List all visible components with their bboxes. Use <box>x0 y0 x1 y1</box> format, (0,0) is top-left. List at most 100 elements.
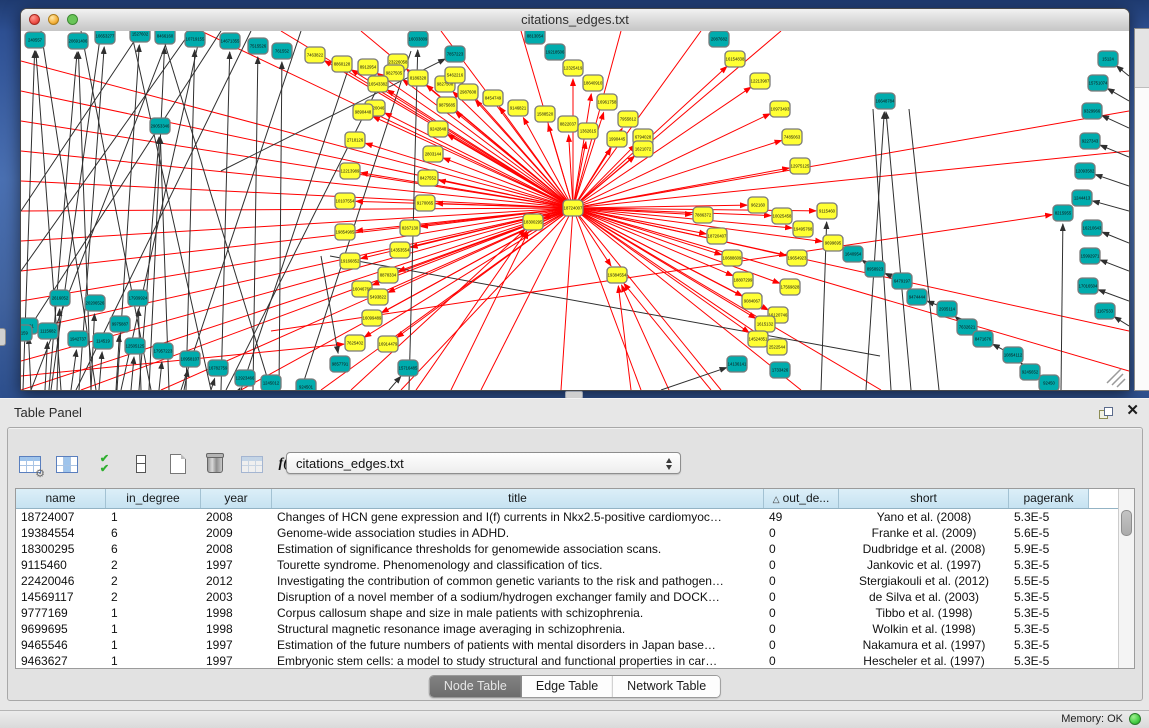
delete-column-button[interactable] <box>203 452 227 476</box>
table-row[interactable]: 977716911998Corpus callosum shape and si… <box>16 605 1134 621</box>
table-row[interactable]: 1938455462009Genome-wide association stu… <box>16 525 1134 541</box>
graph-node[interactable]: 7625402 <box>345 335 365 351</box>
graph-node[interactable]: 1588520 <box>535 106 555 122</box>
tab-edge-table[interactable]: Edge Table <box>522 676 613 697</box>
graph-node[interactable]: 15716485 <box>398 360 418 376</box>
graph-node[interactable]: 924501 <box>296 379 316 390</box>
graph-node[interactable]: 1615132 <box>755 316 775 332</box>
graph-node[interactable]: 16648784 <box>875 93 895 109</box>
graph-node[interactable]: 9890448 <box>353 104 373 120</box>
column-header-year[interactable]: year <box>201 489 272 508</box>
select-all-button[interactable]: ✔✔ <box>92 452 116 476</box>
graph-node[interactable]: 6479197 <box>892 273 912 289</box>
graph-node[interactable]: 19384554 <box>607 267 627 283</box>
graph-node[interactable]: 12325419 <box>563 60 583 76</box>
graph-node[interactable]: 8466160 <box>155 31 175 44</box>
graph-node[interactable]: 19854985 <box>335 224 355 240</box>
graph-node[interactable]: 9146821 <box>508 100 528 116</box>
graph-node[interactable]: 8427552 <box>418 170 438 186</box>
graph-node[interactable]: 8958923 <box>865 261 885 277</box>
graph-node[interactable]: 9115460 <box>817 203 837 219</box>
graph-node[interactable]: 9227343 <box>1080 133 1100 149</box>
graph-node[interactable]: 10854112 <box>1003 347 1023 363</box>
graph-node[interactable]: 8454749 <box>483 90 503 106</box>
network-window-titlebar[interactable]: citations_edges.txt <box>21 9 1129 32</box>
table-mode-button[interactable]: ⚙ <box>18 452 42 476</box>
graph-node[interactable]: 8813054 <box>525 31 545 44</box>
graph-node[interactable]: 19654923 <box>787 250 807 266</box>
graph-node[interactable]: 8267130 <box>400 220 420 236</box>
graph-node[interactable]: 8822037 <box>558 116 578 132</box>
graph-node[interactable]: 9975887 <box>110 316 130 332</box>
graph-node[interactable]: 39159 <box>21 325 32 341</box>
table-row[interactable]: 969969511998Structural magnetic resonanc… <box>16 621 1134 637</box>
graph-node[interactable]: 9242848 <box>428 121 448 137</box>
graph-node[interactable]: 18640910 <box>583 75 603 91</box>
graph-node[interactable]: 12505125 <box>125 338 145 354</box>
table-row[interactable]: 911546021997Tourette syndrome. Phenomeno… <box>16 557 1134 573</box>
graph-node[interactable]: 19166852 <box>340 253 360 269</box>
tab-network-table[interactable]: Network Table <box>613 676 720 697</box>
graph-node[interactable]: 18807299 <box>733 272 753 288</box>
graph-node[interactable]: 240557 <box>25 32 45 48</box>
graph-node[interactable]: 12213987 <box>750 73 770 89</box>
graph-node[interactable]: 17957223 <box>153 343 173 359</box>
graph-node[interactable]: 1990445 <box>607 131 627 147</box>
table-row[interactable]: 946362711997Embryonic stem cells: a mode… <box>16 653 1134 669</box>
graph-node[interactable]: 16914479 <box>378 336 398 352</box>
graph-node[interactable]: 1244413 <box>1072 190 1092 206</box>
graph-node[interactable]: 15992971 <box>1080 248 1100 264</box>
column-header-out_de[interactable]: △out_de... <box>764 489 839 508</box>
graph-node[interactable]: 2987608 <box>458 84 478 100</box>
table-row[interactable]: 1830029562008Estimation of significance … <box>16 541 1134 557</box>
graph-node[interactable]: 9245652 <box>1020 364 1040 380</box>
column-header-title[interactable]: title <box>272 489 764 508</box>
graph-node[interactable]: 12975125 <box>790 158 810 174</box>
table-scrollbar[interactable] <box>1118 489 1134 668</box>
graph-node[interactable]: 2803144 <box>423 146 443 162</box>
graph-node[interactable]: 18720407 <box>707 228 727 244</box>
graph-node[interactable]: 14524851 <box>748 331 768 347</box>
graph-node[interactable]: 2718126 <box>345 132 365 148</box>
graph-node[interactable]: 17939924 <box>128 290 148 306</box>
graph-node[interactable]: 2935114 <box>937 301 957 317</box>
graph-node[interactable]: 5493822 <box>368 289 388 305</box>
graph-node[interactable]: 9170065 <box>415 195 435 211</box>
graph-node[interactable]: 19495768 <box>793 221 813 237</box>
graph-node[interactable]: 1621072 <box>633 141 653 157</box>
graph-node[interactable]: 5462216 <box>445 67 465 83</box>
graph-node[interactable]: 10688609 <box>722 250 742 266</box>
graph-node[interactable]: 9329966 <box>1082 103 1102 119</box>
graph-node[interactable]: 15751074 <box>1088 75 1108 91</box>
graph-node[interactable]: 1733426 <box>770 362 790 378</box>
graph-node[interactable]: 20691406 <box>68 33 88 49</box>
graph-node[interactable]: 7886372 <box>693 207 713 223</box>
graph-node[interactable]: 2616052 <box>50 290 70 306</box>
graph-node[interactable]: 92450 <box>1039 375 1059 390</box>
graph-node[interactable]: 14353554 <box>390 242 410 258</box>
table-row[interactable]: 946554611997Estimation of the future num… <box>16 637 1134 653</box>
graph-node[interactable]: 8471676 <box>973 331 993 347</box>
graph-node[interactable]: 10025458 <box>772 208 792 224</box>
unselect-all-button[interactable] <box>129 452 153 476</box>
graph-node[interactable]: 1362615 <box>578 123 598 139</box>
graph-node[interactable]: 14671355 <box>220 33 240 49</box>
graph-node[interactable]: 10653277 <box>95 31 115 44</box>
graph-node[interactable]: 16099489 <box>362 310 382 326</box>
graph-node[interactable]: 1167533 <box>1095 303 1115 319</box>
resize-grip-icon[interactable] <box>1107 369 1121 383</box>
graph-node[interactable]: 19218506 <box>545 44 565 60</box>
float-window-icon[interactable] <box>1099 407 1113 419</box>
graph-node[interactable]: 2522544 <box>767 339 787 355</box>
graph-node[interactable]: 8860128 <box>332 56 352 72</box>
graph-node[interactable]: 16543382 <box>368 76 388 92</box>
memory-status-icon[interactable] <box>1129 713 1141 725</box>
graph-node[interactable]: 16961758 <box>597 94 617 110</box>
graph-node[interactable]: 16033809 <box>408 31 428 47</box>
tab-node-table[interactable]: Node Table <box>430 676 522 697</box>
graph-node[interactable]: 9857791 <box>330 356 350 372</box>
graph-node[interactable]: 12213989 <box>340 163 360 179</box>
graph-node[interactable]: 18724007 <box>563 200 583 216</box>
graph-node[interactable]: 7857223 <box>445 46 465 62</box>
west-panel-grip[interactable] <box>0 328 6 346</box>
